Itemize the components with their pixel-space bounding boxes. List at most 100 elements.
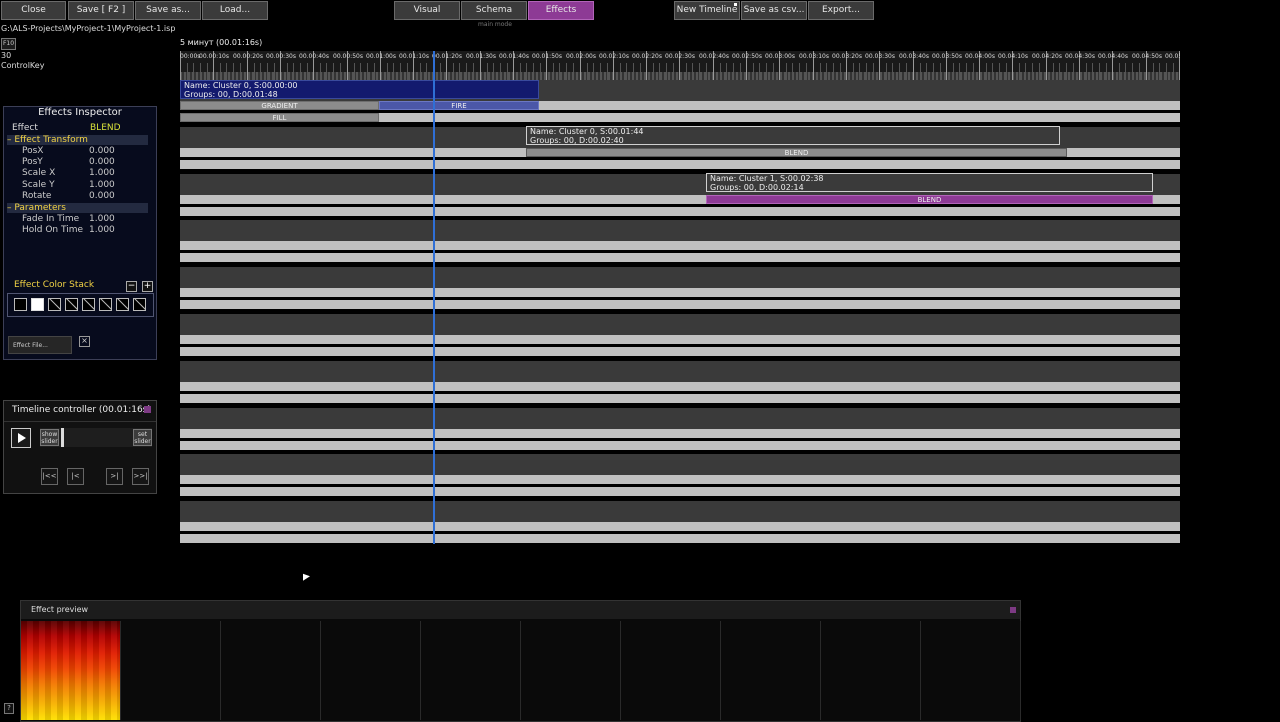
timeline-track[interactable] <box>180 267 1180 288</box>
color-swatch-black[interactable] <box>14 298 27 311</box>
ruler-minor-tick <box>840 63 841 80</box>
ruler-minor-tick <box>607 63 608 80</box>
color-swatch-empty[interactable] <box>133 298 146 311</box>
effect-bar-fire[interactable]: FIRE <box>379 101 539 110</box>
rotate-value[interactable]: 0.000 <box>89 191 115 202</box>
preview-cell <box>121 621 221 720</box>
cluster-clip[interactable]: Name: Cluster 0, S:00.00:00 Groups: 00, … <box>180 80 539 99</box>
scalex-row[interactable]: Scale X 1.000 <box>22 168 148 179</box>
tab-effects[interactable]: Effects <box>528 1 594 20</box>
color-swatch-empty[interactable] <box>82 298 95 311</box>
posx-value[interactable]: 0.000 <box>89 146 115 157</box>
effect-lane[interactable] <box>180 429 1180 438</box>
effect-lane[interactable] <box>180 475 1180 484</box>
tab-visual[interactable]: Visual <box>394 1 460 20</box>
effect-bar-blend-selected[interactable]: BLEND <box>706 195 1153 204</box>
ruler-tick-label: 00.04:30s <box>1065 53 1095 60</box>
save-csv-button[interactable]: Save as csv... <box>741 1 807 20</box>
tab-schema[interactable]: Schema <box>461 1 527 20</box>
timeline-track[interactable] <box>180 454 1180 475</box>
load-button[interactable]: Load... <box>202 1 268 20</box>
remove-color-button[interactable]: − <box>126 281 137 292</box>
f10-key-button[interactable]: F10 <box>1 38 16 50</box>
timeline-track[interactable] <box>180 314 1180 335</box>
section-effect-transform[interactable]: – Effect Transform <box>7 135 148 145</box>
ruler-tick-label: 00.02:30s <box>665 53 695 60</box>
effect-lane[interactable] <box>180 207 1180 216</box>
scaley-value[interactable]: 1.000 <box>89 180 115 191</box>
color-swatch-white[interactable] <box>31 298 44 311</box>
skip-to-start-button[interactable]: |<< <box>41 468 58 485</box>
step-forward-button[interactable]: >| <box>106 468 123 485</box>
effect-lane[interactable] <box>180 441 1180 450</box>
effect-value[interactable]: BLEND <box>90 123 121 134</box>
effect-lane[interactable] <box>180 534 1180 543</box>
timeline-slider[interactable]: show slider set slider <box>40 428 152 447</box>
ruler-minor-tick <box>559 63 560 80</box>
timeline-track[interactable] <box>180 501 1180 522</box>
effect-lane[interactable] <box>180 160 1180 169</box>
effect-lane[interactable] <box>180 347 1180 356</box>
rotate-row[interactable]: Rotate 0.000 <box>22 191 148 202</box>
effect-bar-fill[interactable]: FILL <box>180 113 379 122</box>
ruler-tick-label: 00.01:10s <box>399 53 429 60</box>
ruler-minor-tick <box>407 63 408 80</box>
hold-on-value[interactable]: 1.000 <box>89 225 115 236</box>
timeline-track[interactable] <box>180 408 1180 429</box>
effect-lane[interactable] <box>180 288 1180 297</box>
save-as-button[interactable]: Save as... <box>135 1 201 20</box>
effect-lane[interactable] <box>180 335 1180 344</box>
effect-file-button[interactable]: Effect File... <box>8 336 72 354</box>
play-button[interactable] <box>11 428 31 448</box>
skip-to-end-button[interactable]: >>| <box>132 468 149 485</box>
timeline-track[interactable] <box>180 361 1180 382</box>
effect-row[interactable]: Effect BLEND <box>12 123 148 134</box>
effect-lane[interactable] <box>180 522 1180 531</box>
ruler-tick-label: 00.03:30s <box>865 53 895 60</box>
preview-menu-icon[interactable] <box>1010 607 1016 613</box>
cluster-clip[interactable]: Name: Cluster 1, S:00.02:38 Groups: 00, … <box>706 173 1153 192</box>
effect-lane[interactable] <box>180 300 1180 309</box>
scaley-row[interactable]: Scale Y 1.000 <box>22 180 148 191</box>
clear-effect-file-icon[interactable]: × <box>79 336 90 347</box>
slider-handle[interactable] <box>61 428 64 447</box>
fade-in-row[interactable]: Fade In Time 1.000 <box>22 214 148 225</box>
color-swatch-empty[interactable] <box>99 298 112 311</box>
export-button[interactable]: Export... <box>808 1 874 20</box>
close-button[interactable]: Close <box>1 1 66 20</box>
help-button[interactable]: ? <box>4 703 14 714</box>
effect-lane[interactable] <box>180 394 1180 403</box>
color-swatch-empty[interactable] <box>65 298 78 311</box>
set-slider-button[interactable]: set slider <box>133 429 152 446</box>
step-back-button[interactable]: |< <box>67 468 84 485</box>
ruler-minor-tick <box>626 63 627 80</box>
playhead[interactable] <box>433 51 435 544</box>
color-swatch-empty[interactable] <box>116 298 129 311</box>
show-slider-button[interactable]: show slider <box>40 429 59 446</box>
hold-on-row[interactable]: Hold On Time 1.000 <box>22 225 148 236</box>
effect-lane[interactable] <box>180 253 1180 262</box>
effect-bar-blend[interactable]: BLEND <box>526 148 1067 157</box>
effect-lane[interactable] <box>180 382 1180 391</box>
scalex-value[interactable]: 1.000 <box>89 168 115 179</box>
new-timeline-button[interactable]: New Timeline <box>674 1 740 20</box>
section-parameters[interactable]: – Parameters <box>7 203 148 213</box>
timeline-ruler[interactable]: 00:00s 00.00:10s 00.00:20s 00.00:30s 00.00:4… <box>180 51 1180 80</box>
cluster-clip[interactable]: Name: Cluster 0, S:00.01:44 Groups: 00, … <box>526 126 1060 145</box>
fade-in-value[interactable]: 1.000 <box>89 214 115 225</box>
ruler-minor-tick <box>953 63 954 80</box>
save-button[interactable]: Save [ F2 ] <box>68 1 134 20</box>
clip-name: Name: Cluster 0, S:00.00:00 <box>184 81 298 90</box>
effect-bar-gradient[interactable]: GRADIENT <box>180 101 379 110</box>
timeline-track[interactable] <box>180 220 1180 241</box>
add-color-button[interactable]: + <box>142 281 153 292</box>
posy-row[interactable]: PosY 0.000 <box>22 157 148 168</box>
effect-lane[interactable] <box>180 241 1180 250</box>
controller-menu-icon[interactable] <box>144 406 151 413</box>
posy-value[interactable]: 0.000 <box>89 157 115 168</box>
ruler-minor-tick <box>1092 63 1093 80</box>
ruler-minor-tick <box>340 63 341 80</box>
posx-row[interactable]: PosX 0.000 <box>22 146 148 157</box>
color-swatch-empty[interactable] <box>48 298 61 311</box>
effect-lane[interactable] <box>180 487 1180 496</box>
